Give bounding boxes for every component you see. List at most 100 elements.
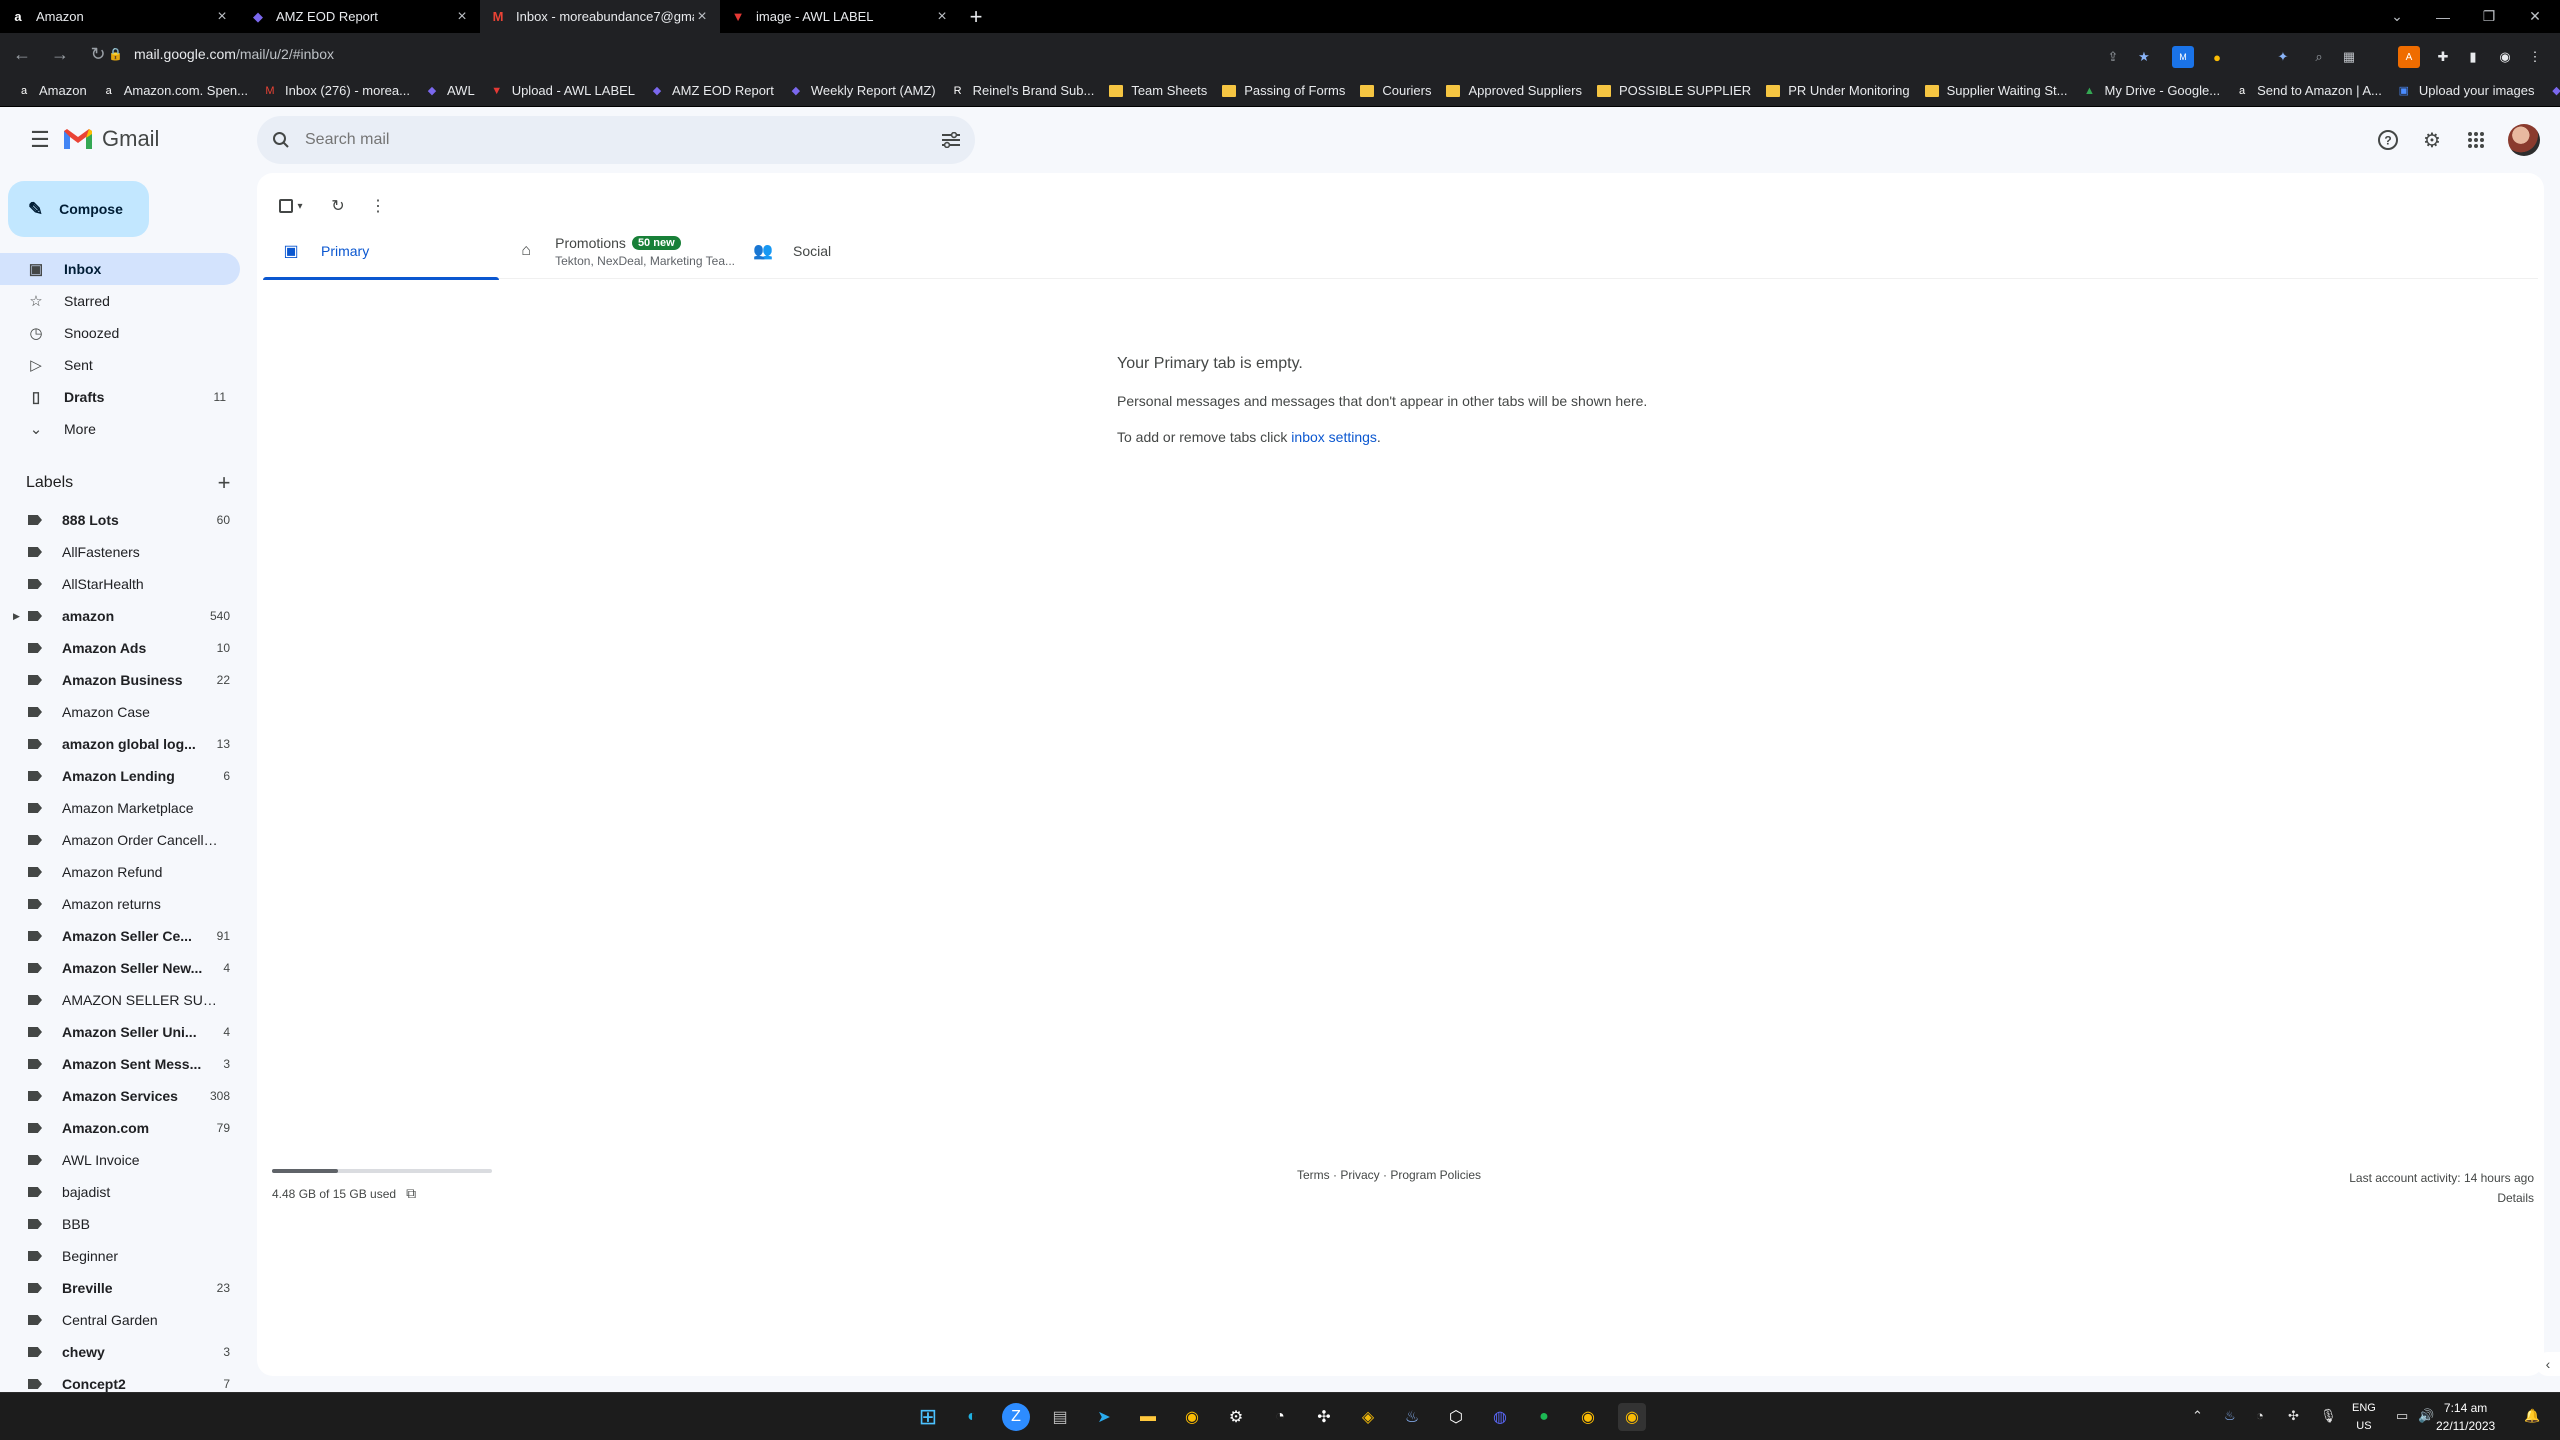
app-icon[interactable]: ⬡ [1442,1403,1470,1431]
share-icon[interactable]: ⇪ [2102,46,2124,68]
label-item[interactable]: Amazon Marketplace [0,792,256,824]
chrome-active-icon[interactable]: ◉ [1618,1403,1646,1431]
close-icon[interactable]: × [454,8,470,26]
tab-social[interactable]: 👥 Social [735,223,971,279]
extension-icon[interactable]: ▦ [2338,46,2360,68]
nav-item-starred[interactable]: ☆ Starred [0,285,240,317]
create-label-plus-icon[interactable]: + [212,470,236,496]
steam-icon[interactable]: ♨ [1398,1403,1426,1431]
menu-icon[interactable]: ⋮ [2524,46,2546,68]
telegram-icon[interactable]: ➤ [1090,1403,1118,1431]
search-input[interactable] [305,131,927,149]
app-icon[interactable]: ⚙ [1222,1403,1250,1431]
label-item[interactable]: 888 Lots 60 [0,504,256,536]
binance-icon[interactable]: ◈ [1354,1403,1382,1431]
side-panel-toggle-icon[interactable]: ‹ [2536,1352,2560,1376]
label-item[interactable]: Amazon Seller New... 4 [0,952,256,984]
bookmark-item[interactable]: Couriers [1353,77,1437,105]
help-icon[interactable]: ? [2372,124,2404,156]
label-item[interactable]: AllStarHealth [0,568,256,600]
compose-button[interactable]: ✎ Compose [8,181,149,237]
label-item[interactable]: Amazon Case [0,696,256,728]
bookmark-item[interactable]: Passing of Forms [1215,77,1351,105]
bookmark-item[interactable]: ▣ Upload your images [2390,77,2541,105]
chrome-icon[interactable]: ◉ [1178,1403,1206,1431]
label-item[interactable]: ▶ amazon 540 [0,600,256,632]
select-dropdown-icon[interactable]: ▾ [293,189,307,223]
label-item[interactable]: Central Garden [0,1304,256,1336]
label-item[interactable]: Amazon Refund [0,856,256,888]
more-options-icon[interactable]: ⋮ [361,189,395,223]
back-icon[interactable]: ← [6,38,38,70]
zoom-icon[interactable]: Z [1002,1403,1030,1431]
tray-icon[interactable]: ◔ [2256,1408,2264,1423]
browser-tab[interactable]: a Amazon × [0,0,240,33]
bookmark-item[interactable]: POSSIBLE SUPPLIER [1590,77,1757,105]
bookmark-item[interactable]: R Reinel's Brand Sub... [944,77,1101,105]
system-clock[interactable]: 7:14 am 22/11/2023 [2436,1399,2495,1435]
microphone-icon[interactable]: 🎙 [2320,1408,2337,1424]
restore-button[interactable]: ❐ [2466,0,2512,33]
search-extension-icon[interactable]: ⌕ [2308,46,2330,68]
details-link[interactable]: Details [2349,1188,2534,1208]
extension-icon[interactable]: A [2398,46,2420,68]
bookmark-item[interactable]: ◆ AMZ EOD Report [643,77,780,105]
tray-icon[interactable]: ✣ [2288,1408,2299,1424]
label-item[interactable]: AWL Invoice [0,1144,256,1176]
bookmark-item[interactable]: ◆ Weekly Report (AMZ) [782,77,942,105]
search-options-icon[interactable] [927,132,975,148]
label-item[interactable]: BBB [0,1208,256,1240]
app-icon[interactable]: ✣ [1310,1403,1338,1431]
close-icon[interactable]: × [214,8,230,26]
notification-bell-icon[interactable]: 🔔 [2524,1408,2540,1424]
label-item[interactable]: bajadist [0,1176,256,1208]
edge-icon[interactable]: ◐ [958,1403,986,1431]
label-item[interactable]: Amazon Seller Uni... 4 [0,1016,256,1048]
label-item[interactable]: Beginner [0,1240,256,1272]
label-item[interactable]: Amazon Business 22 [0,664,256,696]
label-item[interactable]: chewy 3 [0,1336,256,1368]
volume-icon[interactable]: 🔊 [2418,1408,2434,1424]
file-explorer-icon[interactable]: ▬ [1134,1403,1162,1431]
side-panel-icon[interactable]: ▮ [2462,46,2484,68]
label-item[interactable]: Amazon Order Cancella... [0,824,256,856]
main-menu-icon[interactable]: ☰ [20,120,60,160]
expand-arrow-icon[interactable]: ▶ [13,611,20,622]
label-item[interactable]: Amazon.com 79 [0,1112,256,1144]
language-indicator[interactable]: ENG US [2352,1399,2376,1435]
settings-gear-icon[interactable]: ⚙ [2416,124,2448,156]
nav-item-inbox[interactable]: ▣ Inbox [0,253,240,285]
bookmark-item[interactable]: a Amazon.com. Spen... [95,77,254,105]
bookmark-star-icon[interactable]: ★ [2133,46,2155,68]
inbox-settings-link[interactable]: inbox settings [1291,429,1377,445]
browser-tab-active[interactable]: M Inbox - moreabundance7@gma × [480,0,720,33]
label-item[interactable]: Amazon Seller Ce... 91 [0,920,256,952]
spotify-icon[interactable]: ● [1530,1403,1558,1431]
label-item[interactable]: AllFasteners [0,536,256,568]
extension-icon[interactable]: ● [2206,46,2228,68]
calculator-icon[interactable]: ▤ [1046,1403,1074,1431]
minimize-button[interactable]: — [2420,0,2466,33]
bookmark-item[interactable]: ▼ Upload - AWL LABEL [483,77,641,105]
bookmark-item[interactable]: Approved Suppliers [1439,77,1587,105]
bookmark-item[interactable]: Team Sheets [1102,77,1213,105]
open-external-icon[interactable]: ⧉ [406,1185,416,1202]
account-avatar[interactable] [2508,124,2540,156]
windows-start-icon[interactable]: ⊞ [914,1403,942,1431]
network-icon[interactable]: ▭ [2396,1408,2408,1424]
browser-tab[interactable]: ◆ AMZ EOD Report × [240,0,480,33]
search-icon[interactable] [257,131,305,149]
label-item[interactable]: Amazon Services 308 [0,1080,256,1112]
bookmark-item[interactable]: PR Under Monitoring [1759,77,1915,105]
nav-item-drafts[interactable]: ▯ Drafts 11 [0,381,240,413]
address-bar[interactable]: 🔒 mail.google.com/mail/u/2/#inbox [108,38,2142,70]
gmail-logo[interactable]: Gmail [62,126,159,152]
discord-icon[interactable]: ◍ [1486,1403,1514,1431]
extension-icon[interactable]: M [2172,46,2194,68]
label-item[interactable]: AMAZON SELLER SUPP... [0,984,256,1016]
google-apps-icon[interactable] [2460,124,2492,156]
bookmark-item[interactable]: M Inbox (276) - morea... [256,77,416,105]
nav-item-sent[interactable]: ▷ Sent [0,349,240,381]
bookmark-item[interactable]: ◆AWL [2543,77,2560,105]
steam-tray-icon[interactable]: ♨ [2224,1408,2236,1424]
